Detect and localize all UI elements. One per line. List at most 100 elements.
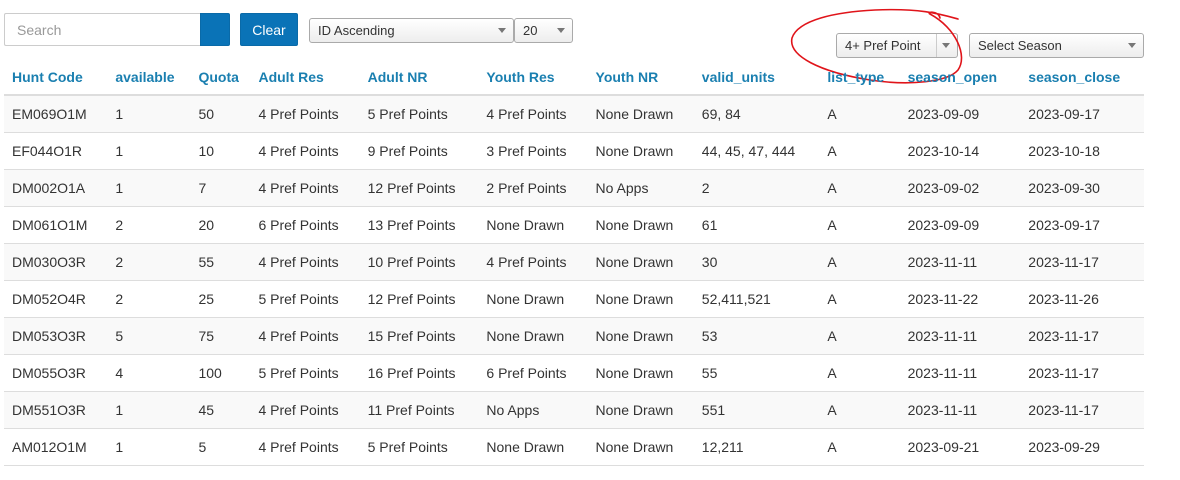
cell-list-type: A: [819, 243, 900, 281]
cell-available: 2: [107, 243, 191, 281]
cell-youth-nr: None Drawn: [587, 95, 694, 133]
cell-adult-nr: 13 Pref Points: [359, 206, 479, 244]
cell-list-type: A: [819, 354, 900, 392]
cell-adult-res: 4 Pref Points: [250, 317, 360, 355]
cell-adult-res: 4 Pref Points: [250, 169, 360, 207]
table-row[interactable]: DM002O1A 1 7 4 Pref Points 12 Pref Points 2 P…: [4, 169, 1144, 207]
cell-list-type: A: [819, 95, 900, 133]
cell-available: 1: [107, 391, 191, 429]
cell-season-close: 2023-10-18: [1020, 132, 1144, 170]
cell-season-close: 2023-11-26: [1020, 280, 1144, 318]
cell-adult-res: 4 Pref Points: [250, 95, 360, 133]
cell-hunt-code: DM030O3R: [4, 243, 108, 281]
cell-adult-res: 4 Pref Points: [250, 132, 360, 170]
cell-youth-res: 2 Pref Points: [478, 169, 588, 207]
cell-valid-units: 2: [693, 169, 820, 207]
cell-adult-res: 4 Pref Points: [250, 391, 360, 429]
season-select[interactable]: Select Season: [969, 33, 1144, 58]
cell-youth-nr: None Drawn: [587, 280, 694, 318]
cell-youth-res: No Apps: [478, 391, 588, 429]
cell-season-open: 2023-11-11: [899, 317, 1021, 355]
cell-youth-res: None Drawn: [478, 280, 588, 318]
table-row[interactable]: DM053O3R 5 75 4 Pref Points 15 Pref Points No…: [4, 317, 1144, 355]
table-row[interactable]: DM551O3R 1 45 4 Pref Points 11 Pref Points No…: [4, 391, 1144, 429]
cell-youth-res: None Drawn: [478, 206, 588, 244]
cell-list-type: A: [819, 391, 900, 429]
cell-season-open: 2023-09-09: [899, 95, 1021, 133]
cell-hunt-code: DM055O3R: [4, 354, 108, 392]
search-button[interactable]: [200, 13, 230, 46]
cell-youth-nr: None Drawn: [587, 391, 694, 429]
column-header-adult-nr[interactable]: Adult NR: [359, 60, 479, 96]
column-header-valid-units[interactable]: valid_units: [693, 60, 820, 96]
cell-youth-nr: None Drawn: [587, 206, 694, 244]
cell-season-close: 2023-11-17: [1020, 354, 1144, 392]
column-header-available[interactable]: available: [107, 60, 191, 96]
cell-youth-nr: None Drawn: [587, 354, 694, 392]
cell-available: 2: [107, 280, 191, 318]
cell-adult-nr: 15 Pref Points: [359, 317, 479, 355]
table-header-row: Hunt Code available Quota Adult Res Adult NR…: [4, 60, 1144, 96]
sort-select-value: ID Ascending: [318, 23, 395, 38]
cell-quota: 7: [190, 169, 251, 207]
table-row[interactable]: EF044O1R 1 10 4 Pref Points 9 Pref Points 3 P…: [4, 132, 1144, 170]
table-row[interactable]: DM052O4R 2 25 5 Pref Points 12 Pref Points No…: [4, 280, 1144, 318]
table-row[interactable]: AM012O1M 1 5 4 Pref Points 5 Pref Points None…: [4, 428, 1144, 466]
cell-valid-units: 69, 84: [693, 95, 820, 133]
column-header-list-type[interactable]: list_type: [819, 60, 900, 96]
cell-hunt-code: EM069O1M: [4, 95, 108, 133]
cell-quota: 50: [190, 95, 251, 133]
cell-season-open: 2023-11-22: [899, 280, 1021, 318]
cell-season-open: 2023-11-11: [899, 354, 1021, 392]
cell-available: 4: [107, 354, 191, 392]
chevron-down-icon: [557, 28, 565, 33]
cell-season-open: 2023-09-09: [899, 206, 1021, 244]
cell-hunt-code: DM551O3R: [4, 391, 108, 429]
pref-points-value: 4+ Pref Point: [845, 38, 921, 53]
column-header-season-open[interactable]: season_open: [899, 60, 1021, 96]
cell-season-close: 2023-11-17: [1020, 317, 1144, 355]
pref-points-select[interactable]: 4+ Pref Point: [836, 33, 958, 58]
cell-valid-units: 53: [693, 317, 820, 355]
hunt-table: Hunt Code available Quota Adult Res Adult NR…: [4, 60, 1144, 466]
table-row[interactable]: DM030O3R 2 55 4 Pref Points 10 Pref Points 4 …: [4, 243, 1144, 281]
column-header-adult-res[interactable]: Adult Res: [250, 60, 360, 96]
cell-valid-units: 52,411,521: [693, 280, 820, 318]
cell-adult-nr: 16 Pref Points: [359, 354, 479, 392]
cell-list-type: A: [819, 280, 900, 318]
column-header-hunt-code[interactable]: Hunt Code: [4, 60, 108, 96]
cell-season-close: 2023-09-30: [1020, 169, 1144, 207]
column-header-youth-res[interactable]: Youth Res: [478, 60, 588, 96]
column-header-youth-nr[interactable]: Youth NR: [587, 60, 694, 96]
cell-quota: 20: [190, 206, 251, 244]
column-header-quota[interactable]: Quota: [190, 60, 251, 96]
page-size-value: 20: [523, 23, 538, 38]
page-size-select[interactable]: 20: [514, 18, 573, 43]
cell-quota: 75: [190, 317, 251, 355]
season-select-value: Select Season: [978, 38, 1062, 53]
clear-button[interactable]: Clear: [240, 13, 298, 46]
table-row[interactable]: EM069O1M 1 50 4 Pref Points 5 Pref Points 4 P…: [4, 95, 1144, 133]
cell-adult-res: 5 Pref Points: [250, 280, 360, 318]
cell-youth-nr: None Drawn: [587, 317, 694, 355]
cell-valid-units: 30: [693, 243, 820, 281]
cell-quota: 10: [190, 132, 251, 170]
chevron-down-icon: [942, 43, 950, 48]
cell-season-close: 2023-11-17: [1020, 391, 1144, 429]
cell-season-open: 2023-11-11: [899, 391, 1021, 429]
cell-youth-nr: None Drawn: [587, 428, 694, 466]
sort-select[interactable]: ID Ascending: [309, 18, 514, 43]
table-row[interactable]: DM061O1M 2 20 6 Pref Points 13 Pref Points No…: [4, 206, 1144, 244]
cell-list-type: A: [819, 428, 900, 466]
cell-adult-nr: 10 Pref Points: [359, 243, 479, 281]
cell-adult-res: 4 Pref Points: [250, 428, 360, 466]
select-divider: [936, 34, 937, 57]
cell-youth-res: 3 Pref Points: [478, 132, 588, 170]
cell-list-type: A: [819, 206, 900, 244]
chevron-down-icon: [1128, 43, 1136, 48]
column-header-season-close[interactable]: season_close: [1020, 60, 1144, 96]
search-input[interactable]: [4, 13, 200, 46]
cell-season-close: 2023-11-17: [1020, 243, 1144, 281]
cell-list-type: A: [819, 132, 900, 170]
table-row[interactable]: DM055O3R 4 100 5 Pref Points 16 Pref Points 6…: [4, 354, 1144, 392]
